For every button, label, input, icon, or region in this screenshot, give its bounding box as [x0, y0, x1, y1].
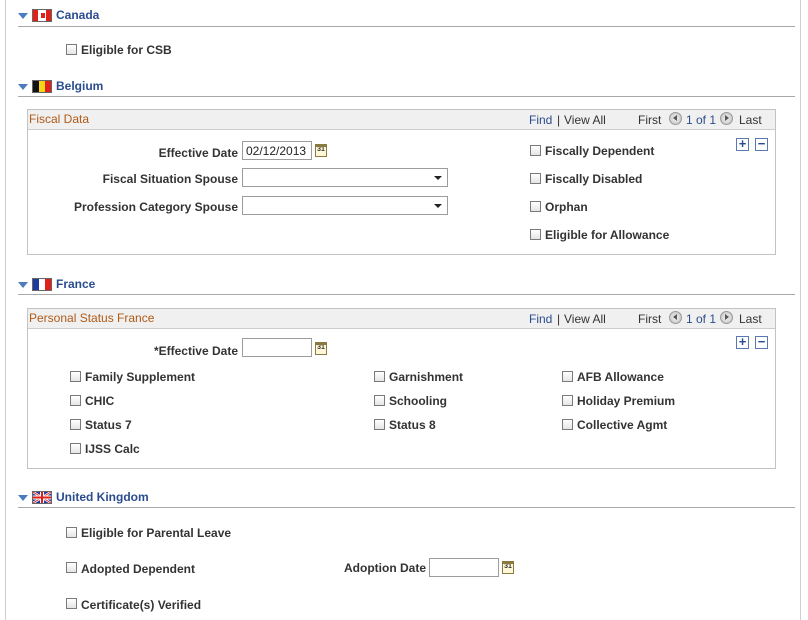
eligible-allowance-label: Eligible for Allowance [545, 228, 670, 242]
fiscally-disabled-checkbox[interactable] [530, 173, 541, 184]
page-border-right [800, 0, 801, 620]
status-7-checkbox[interactable] [70, 419, 81, 430]
section-divider [18, 507, 795, 508]
orphan-label: Orphan [545, 200, 588, 214]
section-header-france[interactable]: France [18, 275, 95, 293]
eligible-csb-label: Eligible for CSB [81, 43, 172, 57]
effective-date-label: *Effective Date [153, 344, 238, 358]
chic-label: CHIC [85, 394, 115, 408]
status-8-label: Status 8 [389, 418, 436, 432]
certificates-verified-checkbox[interactable] [66, 598, 77, 609]
fiscally-dependent-checkbox[interactable] [530, 145, 541, 156]
parental-leave-checkbox[interactable] [66, 527, 77, 538]
fiscally-disabled-label: Fiscally Disabled [545, 172, 643, 186]
nav-separator: | [557, 113, 561, 127]
fiscal-data-header: Fiscal Data Find | View All First 1 of 1… [28, 110, 775, 130]
section-title-united-kingdom: United Kingdom [56, 490, 149, 504]
delete-row-icon[interactable]: − [755, 335, 768, 349]
schooling-label: Schooling [389, 394, 447, 408]
collapse-triangle-icon[interactable] [18, 84, 28, 90]
holiday-premium-label: Holiday Premium [577, 394, 676, 408]
afb-allowance-checkbox[interactable] [562, 371, 573, 382]
collapse-triangle-icon[interactable] [18, 13, 28, 19]
delete-row-icon[interactable]: − [755, 137, 768, 151]
calendar-icon[interactable]: 31 [502, 561, 514, 574]
next-row-icon[interactable] [720, 311, 733, 324]
adopted-dependent-label: Adopted Dependent [81, 562, 195, 576]
adopted-dependent-checkbox[interactable] [66, 562, 77, 573]
ijss-calc-checkbox[interactable] [70, 443, 81, 454]
status-8-checkbox[interactable] [374, 419, 385, 430]
eligible-allowance-checkbox[interactable] [530, 229, 541, 240]
garnishment-label: Garnishment [389, 370, 464, 384]
collapse-triangle-icon[interactable] [18, 495, 28, 501]
family-supplement-label: Family Supplement [85, 370, 196, 384]
family-supplement-checkbox[interactable] [70, 371, 81, 382]
find-link[interactable]: Find [529, 113, 552, 127]
certificates-verified-label: Certificate(s) Verified [81, 598, 202, 612]
afb-allowance-label: AFB Allowance [577, 370, 664, 384]
fiscal-situation-spouse-select[interactable] [242, 168, 448, 187]
france-flag-icon [32, 277, 52, 291]
nav-separator: | [557, 312, 561, 326]
chic-checkbox[interactable] [70, 395, 81, 406]
orphan-checkbox[interactable] [530, 201, 541, 212]
personal-status-header: Personal Status France Find | View All F… [28, 309, 775, 329]
add-row-icon[interactable]: + [736, 137, 749, 151]
adoption-date-input[interactable] [429, 558, 499, 577]
personal-status-title: Personal Status France [29, 311, 155, 325]
last-link[interactable]: Last [739, 113, 762, 127]
status-7-label: Status 7 [85, 418, 132, 432]
adoption-date-label: Adoption Date [344, 561, 426, 575]
first-link[interactable]: First [638, 312, 661, 326]
effective-date-input[interactable] [242, 338, 312, 357]
fiscally-dependent-label: Fiscally Dependent [545, 144, 655, 158]
row-count: 1 of 1 [686, 113, 717, 127]
united-kingdom-flag-icon [32, 490, 52, 504]
fiscal-data-title: Fiscal Data [29, 112, 90, 126]
belgium-flag-icon [32, 79, 52, 93]
canada-flag-icon [32, 8, 52, 22]
add-row-icon[interactable]: + [736, 335, 749, 349]
effective-date-input[interactable]: 02/12/2013 [242, 141, 312, 160]
last-link[interactable]: Last [739, 312, 762, 326]
view-all-link[interactable]: View All [564, 312, 606, 326]
profession-category-spouse-label: Profession Category Spouse [73, 200, 238, 214]
view-all-link[interactable]: View All [564, 113, 606, 127]
effective-date-label: Effective Date [158, 146, 238, 160]
eligible-csb-checkbox[interactable] [66, 44, 77, 55]
first-link[interactable]: First [638, 113, 661, 127]
collective-agmt-checkbox[interactable] [562, 419, 573, 430]
section-header-canada[interactable]: Canada [18, 6, 99, 24]
collective-agmt-label: Collective Agmt [577, 418, 668, 432]
row-count: 1 of 1 [686, 312, 717, 326]
ijss-calc-label: IJSS Calc [85, 442, 140, 456]
find-link[interactable]: Find [529, 312, 552, 326]
holiday-premium-checkbox[interactable] [562, 395, 573, 406]
section-title-belgium: Belgium [56, 79, 104, 93]
section-title-canada: Canada [56, 8, 100, 22]
section-header-united-kingdom[interactable]: United Kingdom [18, 488, 149, 506]
previous-row-icon[interactable] [669, 112, 682, 125]
profession-category-spouse-select[interactable] [242, 196, 448, 215]
next-row-icon[interactable] [720, 112, 733, 125]
section-divider [18, 96, 795, 97]
calendar-icon[interactable]: 31 [315, 342, 327, 355]
section-divider [18, 294, 795, 295]
garnishment-checkbox[interactable] [374, 371, 385, 382]
calendar-icon[interactable]: 31 [315, 144, 327, 157]
section-divider [18, 26, 795, 27]
schooling-checkbox[interactable] [374, 395, 385, 406]
page-border-left [5, 0, 6, 620]
parental-leave-label: Eligible for Parental Leave [81, 526, 232, 540]
previous-row-icon[interactable] [669, 311, 682, 324]
section-title-france: France [56, 277, 96, 291]
collapse-triangle-icon[interactable] [18, 282, 28, 288]
section-header-belgium[interactable]: Belgium [18, 77, 103, 95]
fiscal-situation-spouse-label: Fiscal Situation Spouse [102, 172, 238, 186]
